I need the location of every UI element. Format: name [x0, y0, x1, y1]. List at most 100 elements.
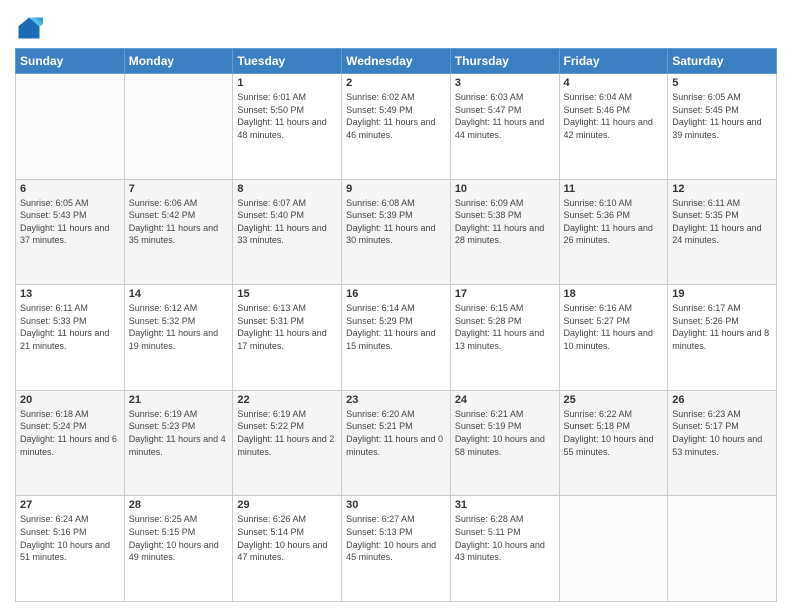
day-number: 24: [455, 394, 555, 406]
calendar-cell: 22Sunrise: 6:19 AM Sunset: 5:22 PM Dayli…: [233, 390, 342, 496]
calendar-cell: [124, 74, 233, 180]
calendar-week-4: 20 Sunrise: 6:18 AM Sunset: 5:24 PM Dayli…: [16, 390, 777, 496]
day-number: 7: [129, 183, 229, 195]
calendar-cell: 18 Sunrise: 6:16 AM Sunset: 5:27 PM Dayli…: [559, 285, 668, 391]
day-info: Sunrise: 6:20 AM Sunset: 5:21 PM Dayligh…: [346, 408, 446, 458]
day-info: Sunrise: 6:02 AM Sunset: 5:49 PM Dayligh…: [346, 91, 446, 141]
day-info: Sunrise: 6:15 AM Sunset: 5:28 PM Dayligh…: [455, 302, 555, 352]
day-info: Sunrise: 6:01 AM Sunset: 5:50 PM Dayligh…: [237, 91, 337, 141]
day-number: 3: [455, 77, 555, 89]
calendar-cell: 27 Sunrise: 6:24 AM Sunset: 5:16 PM Dayli…: [16, 496, 125, 602]
day-number: 9: [346, 183, 446, 195]
calendar-cell: [16, 74, 125, 180]
calendar-cell: 25 Sunrise: 6:22 AM Sunset: 5:18 PM Dayli…: [559, 390, 668, 496]
calendar-cell: 21 Sunrise: 6:19 AM Sunset: 5:23 PM Dayli…: [124, 390, 233, 496]
day-number: 15: [237, 288, 337, 300]
calendar-week-5: 27 Sunrise: 6:24 AM Sunset: 5:16 PM Dayli…: [16, 496, 777, 602]
day-number: 13: [20, 288, 120, 300]
calendar-cell: [559, 496, 668, 602]
calendar-week-1: 1Sunrise: 6:01 AM Sunset: 5:50 PM Daylig…: [16, 74, 777, 180]
calendar-cell: 26 Sunrise: 6:23 AM Sunset: 5:17 PM Dayli…: [668, 390, 777, 496]
day-info: Sunrise: 6:13 AM Sunset: 5:31 PM Dayligh…: [237, 302, 337, 352]
day-info: Sunrise: 6:23 AM Sunset: 5:17 PM Dayligh…: [672, 408, 772, 458]
calendar-cell: 31 Sunrise: 6:28 AM Sunset: 5:11 PM Dayli…: [450, 496, 559, 602]
day-info: Sunrise: 6:06 AM Sunset: 5:42 PM Dayligh…: [129, 197, 229, 247]
day-number: 4: [564, 77, 664, 89]
day-info: Sunrise: 6:28 AM Sunset: 5:11 PM Dayligh…: [455, 513, 555, 563]
calendar-cell: 5 Sunrise: 6:05 AM Sunset: 5:45 PM Daylig…: [668, 74, 777, 180]
calendar-cell: 20 Sunrise: 6:18 AM Sunset: 5:24 PM Dayli…: [16, 390, 125, 496]
day-number: 21: [129, 394, 229, 406]
day-number: 19: [672, 288, 772, 300]
weekday-header-monday: Monday: [124, 49, 233, 74]
calendar-cell: 29 Sunrise: 6:26 AM Sunset: 5:14 PM Dayli…: [233, 496, 342, 602]
day-number: 8: [237, 183, 337, 195]
calendar-cell: 7 Sunrise: 6:06 AM Sunset: 5:42 PM Daylig…: [124, 179, 233, 285]
weekday-header-saturday: Saturday: [668, 49, 777, 74]
day-info: Sunrise: 6:05 AM Sunset: 5:45 PM Dayligh…: [672, 91, 772, 141]
day-info: Sunrise: 6:27 AM Sunset: 5:13 PM Dayligh…: [346, 513, 446, 563]
logo-icon: [15, 14, 43, 42]
day-number: 14: [129, 288, 229, 300]
calendar-cell: 11Sunrise: 6:10 AM Sunset: 5:36 PM Dayli…: [559, 179, 668, 285]
calendar-cell: 28Sunrise: 6:25 AM Sunset: 5:15 PM Dayli…: [124, 496, 233, 602]
page: SundayMondayTuesdayWednesdayThursdayFrid…: [0, 0, 792, 612]
calendar-cell: [668, 496, 777, 602]
calendar-cell: 15 Sunrise: 6:13 AM Sunset: 5:31 PM Dayli…: [233, 285, 342, 391]
calendar-cell: 23Sunrise: 6:20 AM Sunset: 5:21 PM Dayli…: [342, 390, 451, 496]
calendar-cell: 16 Sunrise: 6:14 AM Sunset: 5:29 PM Dayli…: [342, 285, 451, 391]
weekday-header-row: SundayMondayTuesdayWednesdayThursdayFrid…: [16, 49, 777, 74]
day-info: Sunrise: 6:16 AM Sunset: 5:27 PM Dayligh…: [564, 302, 664, 352]
day-info: Sunrise: 6:18 AM Sunset: 5:24 PM Dayligh…: [20, 408, 120, 458]
weekday-header-tuesday: Tuesday: [233, 49, 342, 74]
day-info: Sunrise: 6:14 AM Sunset: 5:29 PM Dayligh…: [346, 302, 446, 352]
day-info: Sunrise: 6:26 AM Sunset: 5:14 PM Dayligh…: [237, 513, 337, 563]
day-number: 5: [672, 77, 772, 89]
calendar-cell: 14Sunrise: 6:12 AM Sunset: 5:32 PM Dayli…: [124, 285, 233, 391]
day-info: Sunrise: 6:08 AM Sunset: 5:39 PM Dayligh…: [346, 197, 446, 247]
calendar-cell: 9 Sunrise: 6:08 AM Sunset: 5:39 PM Daylig…: [342, 179, 451, 285]
header: [15, 10, 777, 42]
day-number: 6: [20, 183, 120, 195]
day-number: 31: [455, 499, 555, 511]
day-info: Sunrise: 6:11 AM Sunset: 5:33 PM Dayligh…: [20, 302, 120, 352]
calendar-cell: 6 Sunrise: 6:05 AM Sunset: 5:43 PM Daylig…: [16, 179, 125, 285]
day-info: Sunrise: 6:03 AM Sunset: 5:47 PM Dayligh…: [455, 91, 555, 141]
weekday-header-sunday: Sunday: [16, 49, 125, 74]
calendar-cell: 3 Sunrise: 6:03 AM Sunset: 5:47 PM Daylig…: [450, 74, 559, 180]
weekday-header-thursday: Thursday: [450, 49, 559, 74]
day-info: Sunrise: 6:24 AM Sunset: 5:16 PM Dayligh…: [20, 513, 120, 563]
day-number: 22: [237, 394, 337, 406]
day-number: 16: [346, 288, 446, 300]
day-info: Sunrise: 6:04 AM Sunset: 5:46 PM Dayligh…: [564, 91, 664, 141]
calendar-week-3: 13 Sunrise: 6:11 AM Sunset: 5:33 PM Dayli…: [16, 285, 777, 391]
calendar-cell: 1Sunrise: 6:01 AM Sunset: 5:50 PM Daylig…: [233, 74, 342, 180]
day-number: 12: [672, 183, 772, 195]
day-number: 26: [672, 394, 772, 406]
day-info: Sunrise: 6:19 AM Sunset: 5:23 PM Dayligh…: [129, 408, 229, 458]
day-number: 29: [237, 499, 337, 511]
calendar-week-2: 6 Sunrise: 6:05 AM Sunset: 5:43 PM Daylig…: [16, 179, 777, 285]
calendar-cell: 13 Sunrise: 6:11 AM Sunset: 5:33 PM Dayli…: [16, 285, 125, 391]
calendar-cell: 10Sunrise: 6:09 AM Sunset: 5:38 PM Dayli…: [450, 179, 559, 285]
calendar-cell: 19 Sunrise: 6:17 AM Sunset: 5:26 PM Dayli…: [668, 285, 777, 391]
calendar-cell: 24 Sunrise: 6:21 AM Sunset: 5:19 PM Dayli…: [450, 390, 559, 496]
calendar-cell: 30 Sunrise: 6:27 AM Sunset: 5:13 PM Dayli…: [342, 496, 451, 602]
day-info: Sunrise: 6:25 AM Sunset: 5:15 PM Dayligh…: [129, 513, 229, 563]
day-number: 20: [20, 394, 120, 406]
day-info: Sunrise: 6:09 AM Sunset: 5:38 PM Dayligh…: [455, 197, 555, 247]
day-info: Sunrise: 6:17 AM Sunset: 5:26 PM Dayligh…: [672, 302, 772, 352]
day-info: Sunrise: 6:22 AM Sunset: 5:18 PM Dayligh…: [564, 408, 664, 458]
calendar-table: SundayMondayTuesdayWednesdayThursdayFrid…: [15, 48, 777, 602]
day-info: Sunrise: 6:07 AM Sunset: 5:40 PM Dayligh…: [237, 197, 337, 247]
day-number: 17: [455, 288, 555, 300]
logo: [15, 14, 47, 42]
day-number: 25: [564, 394, 664, 406]
day-number: 27: [20, 499, 120, 511]
calendar-cell: 8 Sunrise: 6:07 AM Sunset: 5:40 PM Daylig…: [233, 179, 342, 285]
day-number: 30: [346, 499, 446, 511]
day-info: Sunrise: 6:05 AM Sunset: 5:43 PM Dayligh…: [20, 197, 120, 247]
day-number: 18: [564, 288, 664, 300]
calendar-cell: 12Sunrise: 6:11 AM Sunset: 5:35 PM Dayli…: [668, 179, 777, 285]
day-info: Sunrise: 6:21 AM Sunset: 5:19 PM Dayligh…: [455, 408, 555, 458]
